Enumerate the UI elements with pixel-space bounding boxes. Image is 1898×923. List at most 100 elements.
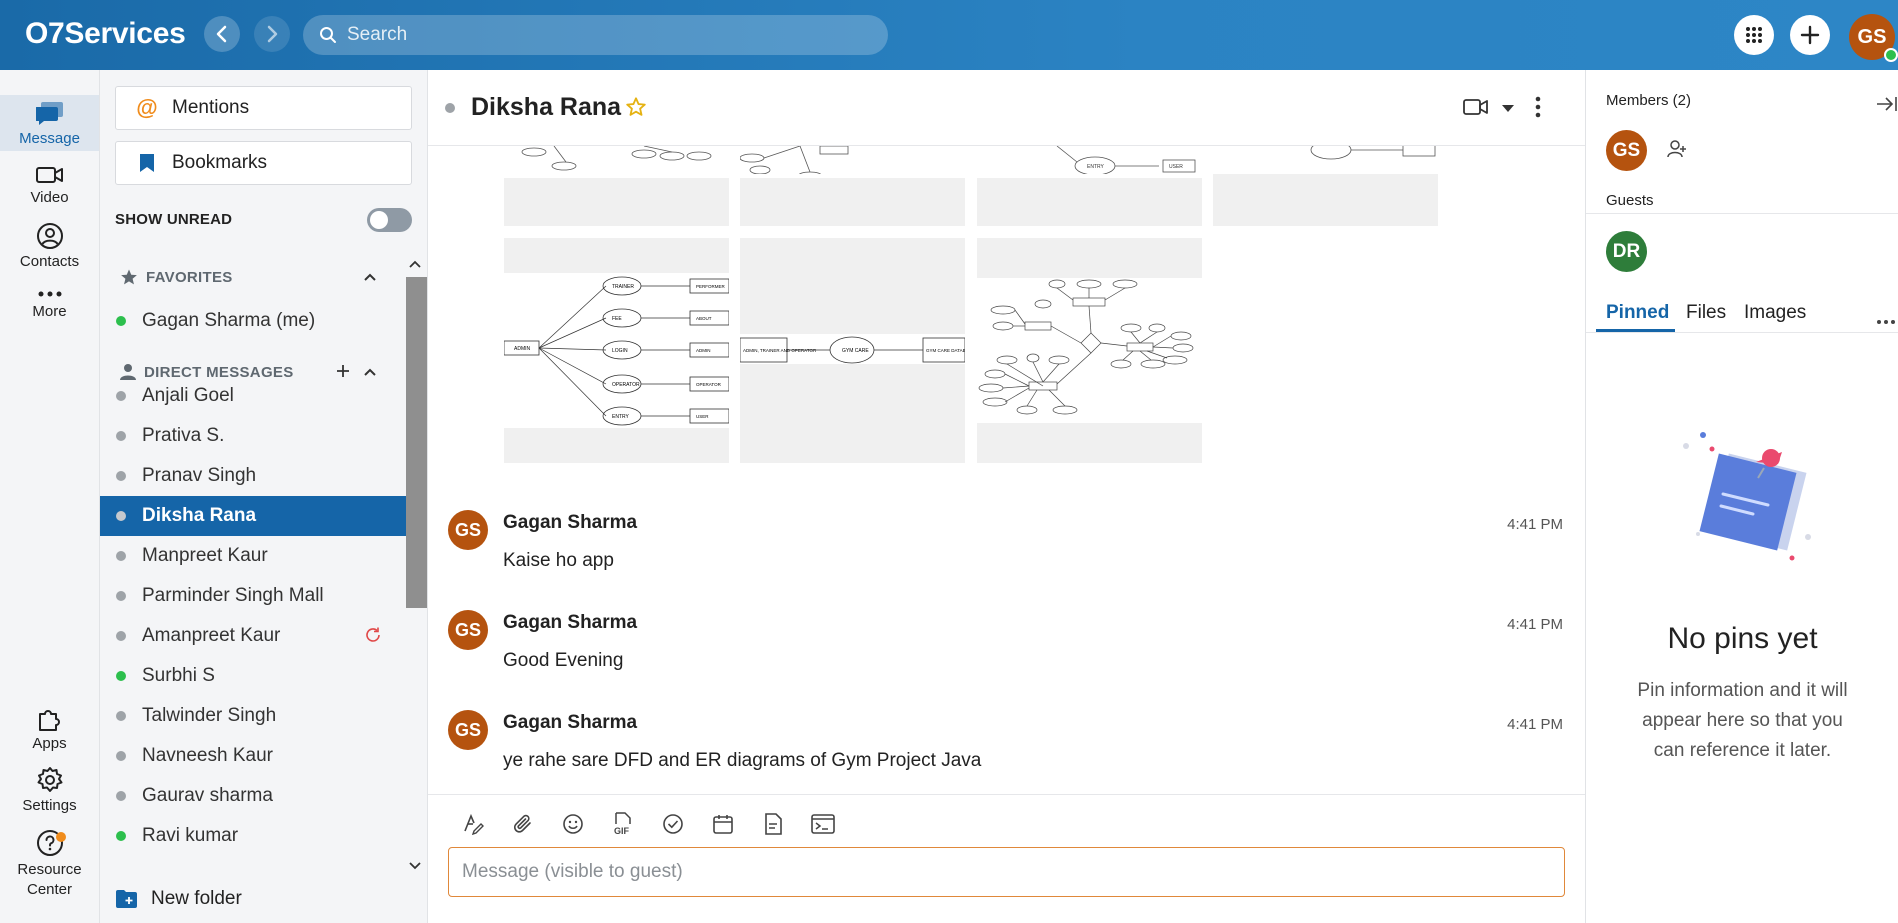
favorite-item[interactable]: Gagan Sharma (me)	[100, 301, 406, 341]
more-tabs-button[interactable]	[1876, 312, 1896, 330]
rail-item-more[interactable]: More	[0, 288, 99, 320]
dfd-image: ENTRY USER	[1056, 146, 1196, 174]
message-item[interactable]: GS Gagan Sharma 4:41 PM Kaise ho app	[428, 510, 1585, 610]
message-item[interactable]: GS Gagan Sharma 4:41 PM ye rahe sare DFD…	[428, 710, 1585, 794]
collapse-favorites-button[interactable]	[363, 272, 377, 282]
tab-pinned[interactable]: Pinned	[1606, 302, 1669, 324]
sidebar-item-navneesh-kaur[interactable]: Navneesh Kaur	[100, 736, 406, 776]
more-options-button[interactable]	[1535, 96, 1541, 123]
diagram-thumbnail[interactable]	[740, 146, 965, 174]
add-member-button[interactable]	[1666, 138, 1688, 165]
member-avatar[interactable]: GS	[1606, 130, 1647, 171]
diagram-thumbnail[interactable]: ENTRY USER	[977, 146, 1202, 174]
message-author[interactable]: Gagan Sharma	[503, 512, 637, 534]
bookmarks-button[interactable]: Bookmarks	[115, 141, 412, 185]
diagram-thumbnail[interactable]	[504, 178, 729, 226]
more-icon	[1877, 320, 1895, 324]
contact-name: Navneesh Kaur	[142, 745, 273, 766]
diagram-thumbnail[interactable]	[977, 178, 1202, 226]
tab-files[interactable]: Files	[1686, 302, 1726, 324]
message-author[interactable]: Gagan Sharma	[503, 712, 637, 734]
forward-button[interactable]	[254, 16, 290, 52]
rail-label: Apps	[32, 735, 67, 752]
diagram-thumbnail[interactable]	[1213, 146, 1438, 174]
contact-name: Amanpreet Kaur	[142, 625, 281, 646]
sidebar-item-diksha-rana[interactable]: Diksha Rana	[100, 496, 406, 536]
sidebar-scrollbar[interactable]	[406, 277, 427, 608]
mentions-button[interactable]: @ Mentions	[115, 86, 412, 130]
new-folder-button[interactable]: New folder	[115, 888, 242, 910]
diagram-thumbnail[interactable]	[977, 238, 1202, 463]
add-person-icon	[1667, 140, 1686, 158]
favorite-star-button[interactable]	[625, 96, 647, 123]
rail-item-message[interactable]: Message	[0, 95, 99, 151]
scroll-up-button[interactable]	[408, 256, 422, 274]
emoji-button[interactable]	[558, 809, 588, 839]
gif-button[interactable]: GIF	[608, 809, 638, 839]
er-diagram-image	[977, 278, 1202, 423]
favorites-header[interactable]: FAVORITES	[120, 268, 233, 286]
scroll-down-button[interactable]	[408, 858, 422, 876]
guest-avatar[interactable]: DR	[1606, 231, 1647, 272]
message-input[interactable]	[448, 847, 1565, 897]
empty-state-text: Pin information and it will appear here …	[1637, 680, 1848, 761]
diagram-thumbnail[interactable]: ADMIN TRAINER PERFORMER FEE ABOUT LOGIN ADMIN O…	[504, 238, 729, 463]
show-unread-toggle[interactable]	[367, 208, 412, 232]
avatar[interactable]: GS	[448, 510, 488, 550]
sidebar-item-surbhi-s[interactable]: Surbhi S	[100, 656, 406, 696]
favorites-label: FAVORITES	[146, 268, 233, 286]
sidebar-item-pranav-singh[interactable]: Pranav Singh	[100, 456, 406, 496]
message-item[interactable]: GS Gagan Sharma 4:41 PM Good Evening	[428, 610, 1585, 710]
message-icon	[35, 102, 63, 125]
collapse-right-icon	[1877, 97, 1897, 111]
formatting-button[interactable]	[458, 809, 488, 839]
rail-item-settings[interactable]: Settings	[0, 766, 99, 814]
diagram-label: GYM CARE	[842, 348, 869, 354]
rail-item-contacts[interactable]: Contacts	[0, 222, 99, 270]
note-button[interactable]	[758, 809, 788, 839]
diagram-thumbnail[interactable]	[740, 178, 965, 226]
app-launcher-button[interactable]	[1734, 15, 1774, 55]
diagram-thumbnail[interactable]: ADMIN, TRAINER AND OPERATOR GYM CARE GYM C…	[740, 238, 965, 463]
message-composer: GIF	[428, 794, 1585, 923]
chevron-down-icon	[409, 862, 421, 870]
avatar[interactable]: GS	[448, 710, 488, 750]
refresh-icon[interactable]	[364, 626, 382, 650]
sidebar-item-parminder-singh-mall[interactable]: Parminder Singh Mall	[100, 576, 406, 616]
chat-title: Diksha Rana	[471, 93, 622, 121]
sidebar-item-anjali-goel[interactable]: Anjali Goel	[100, 376, 406, 416]
notification-dot	[56, 832, 66, 842]
sidebar-item-gaurav-sharma[interactable]: Gaurav sharma	[100, 776, 406, 816]
diagram-label: OPERATOR	[612, 382, 640, 388]
create-new-button[interactable]	[1790, 15, 1830, 55]
message-author[interactable]: Gagan Sharma	[503, 612, 637, 634]
diagram-label: ABOUT	[696, 316, 712, 321]
diagram-label: GYM CARE DATABASE	[926, 348, 965, 353]
avatar[interactable]: GS	[448, 610, 488, 650]
sidebar-item-talwinder-singh[interactable]: Talwinder Singh	[100, 696, 406, 736]
diagram-label: ADMIN	[696, 348, 711, 353]
back-button[interactable]	[204, 16, 240, 52]
rail-item-apps[interactable]: Apps	[0, 704, 99, 752]
attach-file-button[interactable]	[508, 809, 538, 839]
code-snippet-button[interactable]	[808, 809, 838, 839]
contact-name: Ravi kumar	[142, 825, 239, 846]
status-dot	[116, 551, 126, 561]
search-input[interactable]	[347, 24, 867, 46]
diagram-thumbnail[interactable]	[1213, 174, 1438, 226]
call-options-dropdown[interactable]	[1501, 100, 1515, 118]
sidebar-item-amanpreet-kaur[interactable]: Amanpreet Kaur	[100, 616, 406, 656]
task-button[interactable]	[658, 809, 688, 839]
message-text: ye rahe sare DFD and ER diagrams of Gym …	[503, 750, 982, 771]
sidebar-item-ravi-kumar[interactable]: Ravi kumar	[100, 816, 406, 856]
tab-images[interactable]: Images	[1744, 302, 1806, 324]
search-bar[interactable]	[303, 15, 888, 55]
schedule-button[interactable]	[708, 809, 738, 839]
rail-item-resource-center[interactable]: Resource Center	[0, 829, 99, 900]
sidebar-item-manpreet-kaur[interactable]: Manpreet Kaur	[100, 536, 406, 576]
sidebar-item-prativa-s-[interactable]: Prativa S.	[100, 416, 406, 456]
rail-item-video[interactable]: Video	[0, 164, 99, 206]
close-panel-button[interactable]	[1876, 95, 1898, 118]
diagram-thumbnail[interactable]	[504, 146, 729, 174]
video-call-button[interactable]	[1463, 97, 1489, 122]
